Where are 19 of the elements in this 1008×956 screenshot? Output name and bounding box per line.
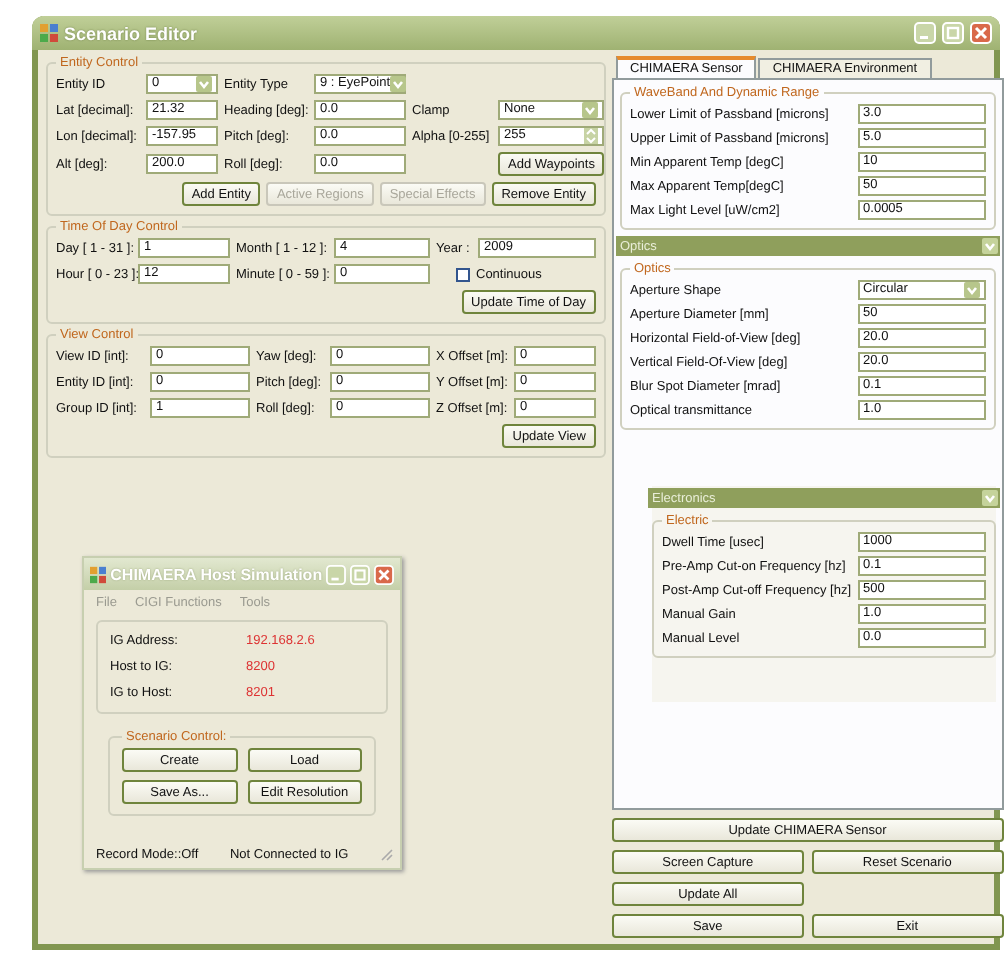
minimize-icon[interactable]	[914, 22, 936, 44]
checkbox[interactable]	[456, 267, 470, 281]
maximize-icon[interactable]	[942, 22, 964, 44]
minimize-icon[interactable]	[326, 563, 347, 585]
caret-icon	[981, 490, 998, 506]
window-title: CHIMAERA Host Simulation	[110, 565, 323, 583]
close-icon[interactable]	[970, 22, 992, 44]
caret-icon	[582, 102, 599, 118]
caret-icon	[196, 76, 212, 92]
maximize-icon[interactable]	[350, 563, 371, 585]
app-icon	[40, 24, 58, 42]
updown-icon	[584, 128, 599, 144]
close-icon[interactable]	[374, 563, 394, 585]
caret-icon	[390, 76, 407, 92]
app-icon	[90, 565, 107, 583]
caret-icon	[963, 282, 980, 298]
caret-icon	[981, 238, 998, 254]
window-title: Scenario Editor	[64, 23, 200, 43]
resize-grip-icon	[379, 848, 394, 862]
